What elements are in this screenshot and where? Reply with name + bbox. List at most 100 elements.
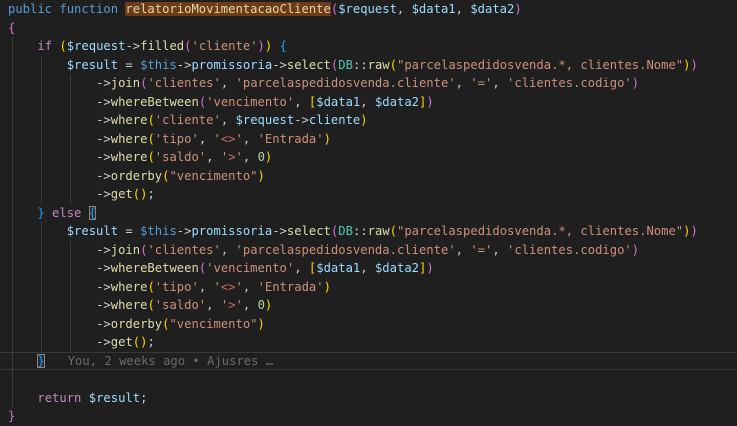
code-token: where — [111, 132, 148, 146]
code-token: DB — [338, 224, 353, 238]
indent-guide — [70, 74, 71, 93]
code-token: -> — [96, 243, 111, 257]
indent-guide — [12, 185, 13, 204]
indent-guide — [12, 296, 13, 315]
code-token: ( — [390, 224, 397, 238]
code-token: 'saldo' — [155, 150, 206, 164]
code-token: ( — [59, 39, 66, 53]
code-token: ( — [147, 150, 154, 164]
code-token — [8, 113, 96, 127]
code-token: , — [294, 95, 309, 109]
code-token: , — [397, 2, 412, 16]
code-token: $result — [67, 224, 118, 238]
indent-guide — [12, 111, 13, 130]
code-token: 'tipo' — [155, 280, 199, 294]
indent-guide — [41, 167, 42, 186]
code-token: -> — [96, 280, 111, 294]
code-token: ' — [236, 280, 243, 294]
indent-guide — [70, 148, 71, 167]
code-token: 'parcelaspedidosvenda.cliente' — [236, 243, 456, 257]
code-token: 'cliente' — [155, 113, 221, 127]
code-token — [8, 243, 96, 257]
code-token — [8, 76, 96, 90]
code-token: -> — [96, 187, 111, 201]
code-token: , — [199, 132, 214, 146]
code-token — [8, 150, 96, 164]
code-token: ) — [632, 76, 639, 90]
code-token: , — [243, 280, 258, 294]
indent-guide — [12, 389, 13, 408]
code-line[interactable]: } — [0, 407, 737, 426]
code-line[interactable]: ->where('saldo', '>', 0) — [0, 148, 737, 167]
indent-guide — [70, 241, 71, 260]
indent-guide — [41, 296, 42, 315]
code-token: 'cliente' — [192, 39, 258, 53]
code-token: , — [360, 261, 375, 275]
code-token: join — [111, 76, 140, 90]
code-line[interactable]: public function relatorioMovimentacaoCli… — [0, 0, 737, 19]
code-token: :: — [353, 224, 368, 238]
code-token: get — [111, 187, 133, 201]
code-token: 'parcelaspedidosvenda.cliente' — [236, 76, 456, 90]
code-token: 'clientes.codigo' — [507, 243, 632, 257]
code-line[interactable]: ->where('cliente', $request->cliente) — [0, 111, 737, 130]
code-line[interactable]: ->orderby("vencimento") — [0, 315, 737, 334]
code-token — [8, 132, 96, 146]
code-token: get — [111, 335, 133, 349]
code-token — [8, 58, 67, 72]
code-line[interactable]: ->get(); — [0, 185, 737, 204]
code-line[interactable] — [0, 370, 737, 389]
code-token: ) — [691, 224, 698, 238]
code-token — [81, 391, 88, 405]
code-line[interactable]: ->where('tipo', '<>', 'Entrada') — [0, 130, 737, 149]
code-line[interactable]: } else { — [0, 204, 737, 223]
code-line[interactable]: $result = $this->promissoria->select(DB:… — [0, 222, 737, 241]
git-blame-annotation: You, 2 weeks ago • Ajusres … — [68, 354, 273, 368]
code-line[interactable]: ->whereBetween('vencimento', [$data1, $d… — [0, 259, 737, 278]
code-token: ( — [147, 280, 154, 294]
code-token: -> — [96, 132, 111, 146]
code-line[interactable]: ->join('clientes', 'parcelaspedidosvenda… — [0, 74, 737, 93]
code-line[interactable]: { — [0, 19, 737, 38]
code-token: , — [456, 2, 471, 16]
code-token: , — [221, 243, 236, 257]
code-token: ) — [324, 132, 331, 146]
code-token: $result — [89, 391, 140, 405]
code-token: ( — [147, 298, 154, 312]
code-token: , — [206, 298, 221, 312]
code-line[interactable]: ->join('clientes', 'parcelaspedidosvenda… — [0, 241, 737, 260]
indent-guide — [12, 167, 13, 186]
code-token: $request — [67, 39, 126, 53]
code-token: join — [111, 243, 140, 257]
indent-guide — [12, 333, 13, 352]
code-line[interactable]: $result = $this->promissoria->select(DB:… — [0, 56, 737, 75]
code-token: ) — [265, 298, 272, 312]
code-token: > — [228, 298, 235, 312]
indent-guide — [70, 315, 71, 334]
code-line[interactable]: return $result; — [0, 389, 737, 408]
code-line[interactable]: ->where('saldo', '>', 0) — [0, 296, 737, 315]
indent-guide — [12, 315, 13, 334]
code-editor[interactable]: public function relatorioMovimentacaoCli… — [0, 0, 737, 425]
indent-guide — [41, 56, 42, 75]
code-token: promissoria — [191, 224, 272, 238]
code-token: 'Entrada' — [258, 280, 324, 294]
code-line[interactable]: ->where('tipo', '<>', 'Entrada') — [0, 278, 737, 297]
code-token: , — [243, 132, 258, 146]
indent-guide — [70, 185, 71, 204]
code-token: $result — [67, 58, 118, 72]
code-line[interactable]: ->orderby("vencimento") — [0, 167, 737, 186]
indent-guide — [12, 259, 13, 278]
code-token: { — [280, 39, 287, 53]
code-token: , — [456, 243, 471, 257]
code-line[interactable]: ->whereBetween('vencimento', [$data1, $d… — [0, 93, 737, 112]
code-token — [272, 39, 279, 53]
code-token: 'clientes.codigo' — [507, 76, 632, 90]
code-token: promissoria — [191, 58, 272, 72]
code-token: , — [199, 280, 214, 294]
code-line[interactable]: ->get(); — [0, 333, 737, 352]
code-line[interactable]: if ($request->filled('cliente')) { — [0, 37, 737, 56]
code-token: ) — [683, 58, 690, 72]
indent-guide — [70, 278, 71, 297]
code-line[interactable]: }You, 2 weeks ago • Ajusres … — [0, 352, 737, 371]
